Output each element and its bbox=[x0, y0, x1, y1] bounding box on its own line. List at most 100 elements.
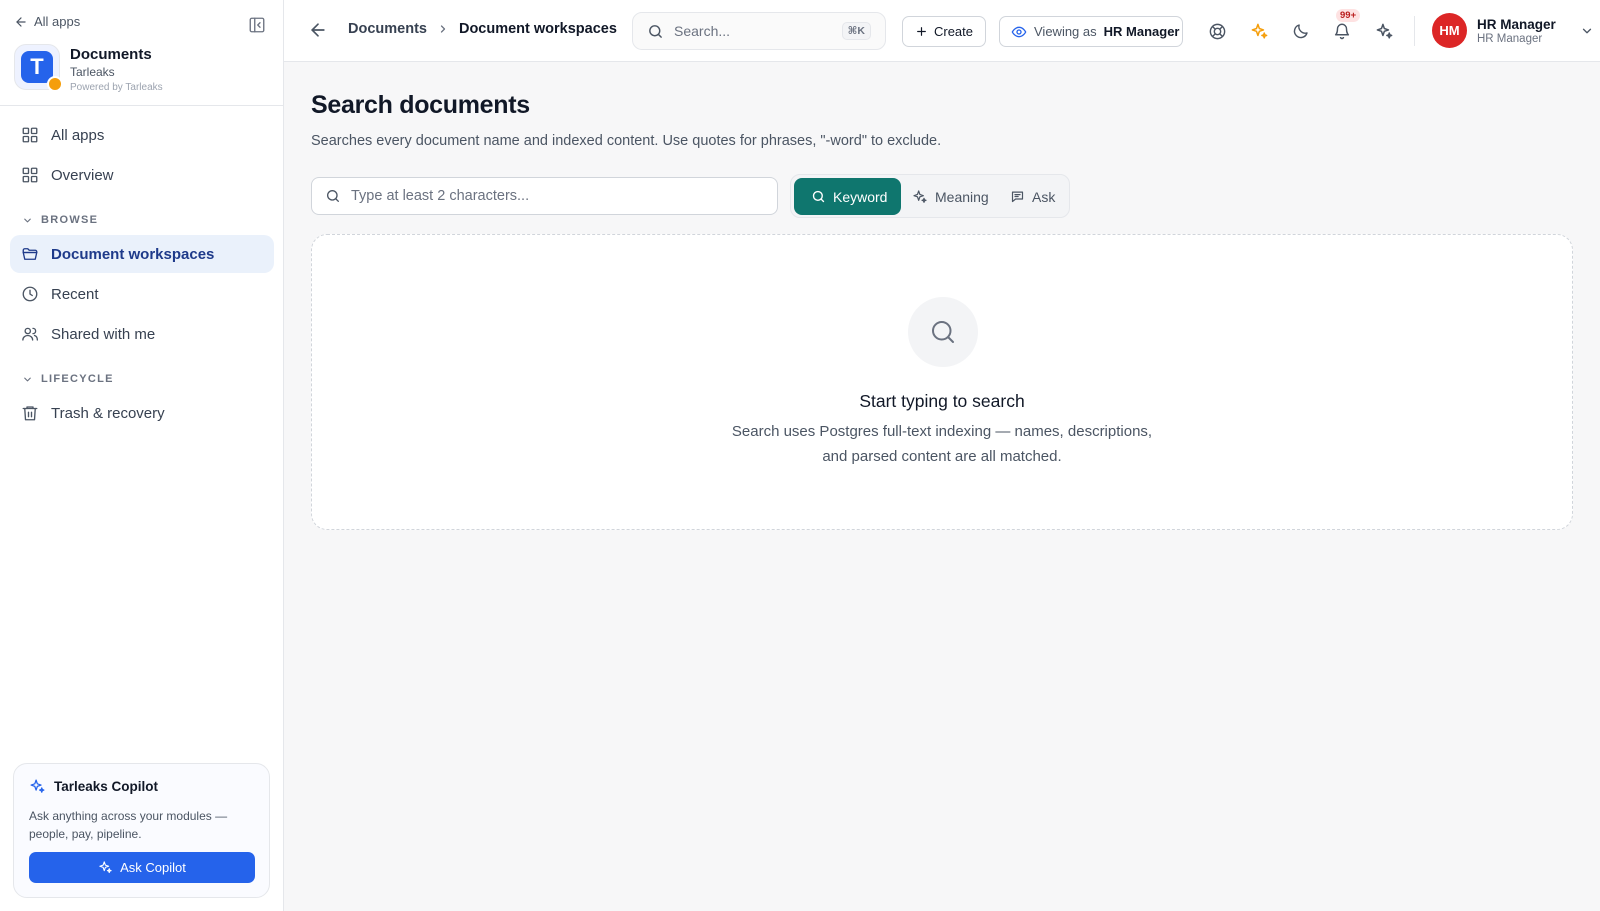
lifecycle-section-toggle[interactable]: LIFECYCLE bbox=[22, 373, 114, 385]
search-shortcut-hint: ⌘K bbox=[841, 22, 871, 40]
empty-state-search-icon bbox=[908, 297, 978, 367]
browse-section-toggle[interactable]: BROWSE bbox=[22, 214, 98, 226]
sidebar-item-shared-with-me[interactable]: Shared with me bbox=[10, 315, 274, 353]
mode-meaning-label: Meaning bbox=[935, 188, 989, 205]
plus-icon bbox=[917, 27, 926, 36]
notification-count-badge: 99+ bbox=[1336, 9, 1361, 22]
copilot-card: Tarleaks Copilot Ask anything across you… bbox=[13, 763, 270, 898]
sparkle-icon bbox=[1376, 23, 1392, 39]
sparkle-icon bbox=[1251, 23, 1267, 39]
create-button[interactable]: Create bbox=[902, 16, 986, 47]
search-icon bbox=[327, 190, 339, 202]
lifebuoy-icon bbox=[1209, 23, 1225, 39]
folder-icon bbox=[22, 248, 38, 260]
sparkle-icon bbox=[30, 779, 45, 793]
app-brand: T Documents Tarleaks Powered by Tarleaks bbox=[14, 44, 163, 93]
chevron-right-icon bbox=[440, 25, 446, 33]
empty-state-title: Start typing to search bbox=[859, 391, 1025, 411]
clock-icon bbox=[22, 286, 38, 302]
grid-icon bbox=[22, 167, 38, 183]
sparkle-icon bbox=[913, 189, 927, 203]
sidebar-item-label: Shared with me bbox=[51, 325, 156, 343]
copilot-title: Tarleaks Copilot bbox=[54, 779, 159, 794]
bell-icon bbox=[1334, 23, 1350, 40]
header-divider bbox=[1414, 16, 1415, 46]
search-icon bbox=[932, 321, 954, 343]
chevron-down-icon bbox=[1582, 28, 1591, 33]
sidebar-collapse-icon bbox=[249, 17, 265, 33]
create-label: Create bbox=[933, 24, 974, 39]
users-icon bbox=[22, 327, 39, 341]
help-button[interactable] bbox=[1206, 20, 1228, 42]
grid-icon bbox=[22, 127, 38, 143]
mode-ask-label: Ask bbox=[1032, 188, 1056, 205]
mode-keyword-label: Keyword bbox=[833, 188, 888, 205]
moon-icon bbox=[1293, 24, 1308, 39]
sidebar-item-recent[interactable]: Recent bbox=[10, 275, 274, 313]
org-name: Tarleaks bbox=[70, 65, 115, 79]
page-title: Search documents bbox=[311, 91, 530, 119]
chevron-down-icon bbox=[24, 377, 31, 381]
viewing-as-button[interactable]: Viewing as HR Manager bbox=[999, 16, 1183, 47]
sidebar-item-all-apps[interactable]: All apps bbox=[10, 116, 274, 154]
search-icon bbox=[812, 190, 825, 203]
top-header: Documents Document workspaces Search... … bbox=[284, 0, 1600, 62]
search-mode-toggle: Keyword Meaning Ask bbox=[790, 174, 1070, 218]
user-menu[interactable]: HM HR Manager HR Manager bbox=[1432, 13, 1594, 48]
chevron-down-icon bbox=[24, 218, 31, 222]
app-logo-badge bbox=[47, 76, 63, 92]
user-role: HR Manager bbox=[1477, 32, 1543, 45]
sidebar-item-trash-recovery[interactable]: Trash & recovery bbox=[10, 394, 274, 432]
message-icon bbox=[1011, 191, 1024, 203]
theme-toggle-button[interactable] bbox=[1290, 20, 1312, 42]
breadcrumb-current-page: Document workspaces bbox=[458, 21, 617, 37]
empty-state-description-line2: and parsed content are all matched. bbox=[822, 448, 1062, 465]
browse-section-label: BROWSE bbox=[41, 214, 99, 226]
viewing-as-prefix: Viewing as bbox=[1034, 24, 1097, 39]
back-to-all-apps-label: All apps bbox=[34, 14, 81, 29]
collapse-sidebar-button[interactable] bbox=[246, 14, 268, 36]
sidebar-item-label: Overview bbox=[51, 166, 114, 184]
mode-ask-button[interactable]: Ask bbox=[1010, 178, 1062, 215]
global-search-placeholder: Search... bbox=[674, 23, 731, 39]
global-search-input[interactable]: Search... ⌘K bbox=[632, 12, 886, 50]
back-button[interactable] bbox=[308, 20, 330, 42]
lifecycle-section-label: LIFECYCLE bbox=[41, 373, 114, 385]
sidebar-divider bbox=[0, 105, 284, 106]
copilot-button[interactable] bbox=[1373, 20, 1395, 42]
document-search-input[interactable]: Type at least 2 characters... bbox=[311, 177, 778, 215]
app-logo: T bbox=[14, 44, 63, 92]
sidebar: All apps T Documents Tarleaks Powered by… bbox=[0, 0, 284, 911]
sparkle-icon bbox=[99, 861, 112, 874]
page-subtitle: Searches every document name and indexed… bbox=[311, 133, 942, 149]
sidebar-item-overview[interactable]: Overview bbox=[10, 156, 274, 194]
sidebar-item-label: All apps bbox=[51, 126, 105, 144]
ask-copilot-label: Ask Copilot bbox=[120, 860, 186, 875]
sidebar-item-label: Trash & recovery bbox=[51, 404, 165, 422]
avatar: HM bbox=[1432, 13, 1467, 48]
mode-keyword-button[interactable]: Keyword bbox=[794, 178, 901, 215]
app-name: Documents bbox=[70, 46, 152, 63]
arrow-left-icon bbox=[311, 23, 325, 37]
empty-state-card: Start typing to search Search uses Postg… bbox=[311, 234, 1573, 530]
arrow-left-icon bbox=[16, 16, 26, 27]
viewing-as-role: HR Manager bbox=[1103, 24, 1180, 39]
search-icon bbox=[649, 24, 662, 38]
ai-features-button[interactable] bbox=[1248, 20, 1270, 42]
notifications-button[interactable] bbox=[1331, 20, 1353, 42]
breadcrumb: Documents Document workspaces bbox=[348, 21, 617, 37]
sidebar-item-document-workspaces[interactable]: Document workspaces bbox=[10, 235, 274, 273]
empty-state-description-line1: Search uses Postgres full-text indexing … bbox=[731, 423, 1153, 440]
eye-icon bbox=[1011, 26, 1027, 37]
empty-state-description: Search uses Postgres full-text indexing … bbox=[312, 419, 1572, 469]
powered-by-text: Powered by Tarleaks bbox=[70, 82, 163, 93]
mode-meaning-button[interactable]: Meaning bbox=[912, 178, 992, 215]
breadcrumb-documents-link[interactable]: Documents bbox=[348, 21, 427, 37]
sidebar-item-label: Recent bbox=[51, 285, 99, 303]
ask-copilot-button[interactable]: Ask Copilot bbox=[29, 852, 255, 883]
document-search-placeholder: Type at least 2 characters... bbox=[351, 188, 530, 204]
copilot-description: Ask anything across your modules — peopl… bbox=[29, 809, 228, 841]
back-to-all-apps-link[interactable]: All apps bbox=[14, 14, 80, 29]
trash-icon bbox=[22, 406, 38, 421]
sidebar-item-label: Document workspaces bbox=[51, 245, 215, 263]
